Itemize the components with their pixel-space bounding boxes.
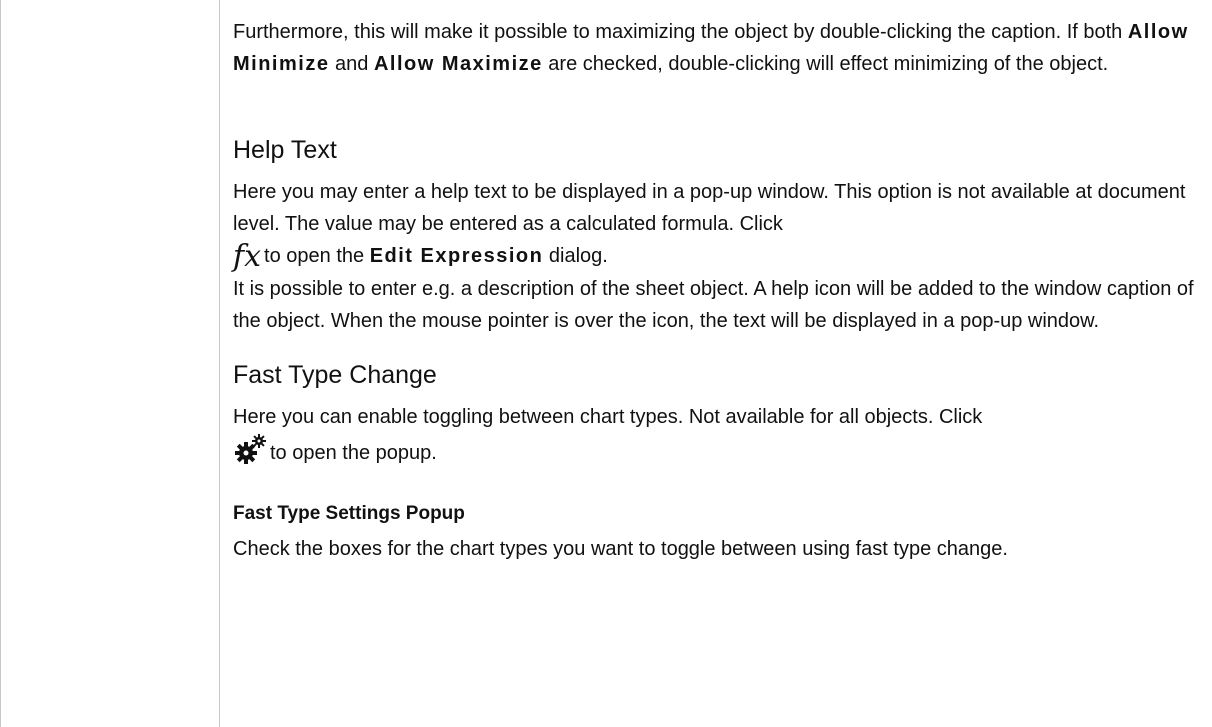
- help-text-2: to open the: [264, 245, 370, 267]
- fast-type-text-1: Here you can enable toggling between cha…: [233, 406, 983, 428]
- document-content: Furthermore, this will make it possible …: [233, 16, 1198, 565]
- maximize-paragraph: Furthermore, this will make it possible …: [233, 16, 1198, 112]
- help-text-heading: Help Text: [233, 136, 337, 164]
- maximize-text-2: and: [329, 53, 374, 75]
- help-text-paragraph-2: It is possible to enter e.g. a descripti…: [233, 278, 1194, 332]
- document-page: Furthermore, this will make it possible …: [0, 0, 1212, 727]
- gear-icon[interactable]: [233, 433, 267, 467]
- help-text-paragraph-1: Here you may enter a help text to be dis…: [233, 176, 1198, 273]
- fast-type-change-heading: Fast Type Change: [233, 361, 437, 389]
- fast-type-paragraph: Here you can enable toggling between cha…: [233, 401, 1198, 469]
- left-margin-column: [0, 0, 220, 727]
- edit-expression-term: Edit Expression: [369, 245, 544, 267]
- help-text-1: Here you may enter a help text to be dis…: [233, 181, 1186, 235]
- allow-maximize-term: Allow Maximize: [373, 53, 543, 75]
- help-text-3: dialog.: [543, 245, 608, 267]
- maximize-text-1: Furthermore, this will make it possible …: [233, 21, 1128, 43]
- fast-type-text-2: to open the popup.: [270, 442, 437, 464]
- fx-icon[interactable]: fx: [233, 241, 261, 273]
- fast-type-settings-paragraph: Check the boxes for the chart types you …: [233, 538, 1008, 560]
- fast-type-settings-heading: Fast Type Settings Popup: [233, 503, 465, 524]
- maximize-text-3: are checked, double-clicking will effect…: [542, 53, 1109, 75]
